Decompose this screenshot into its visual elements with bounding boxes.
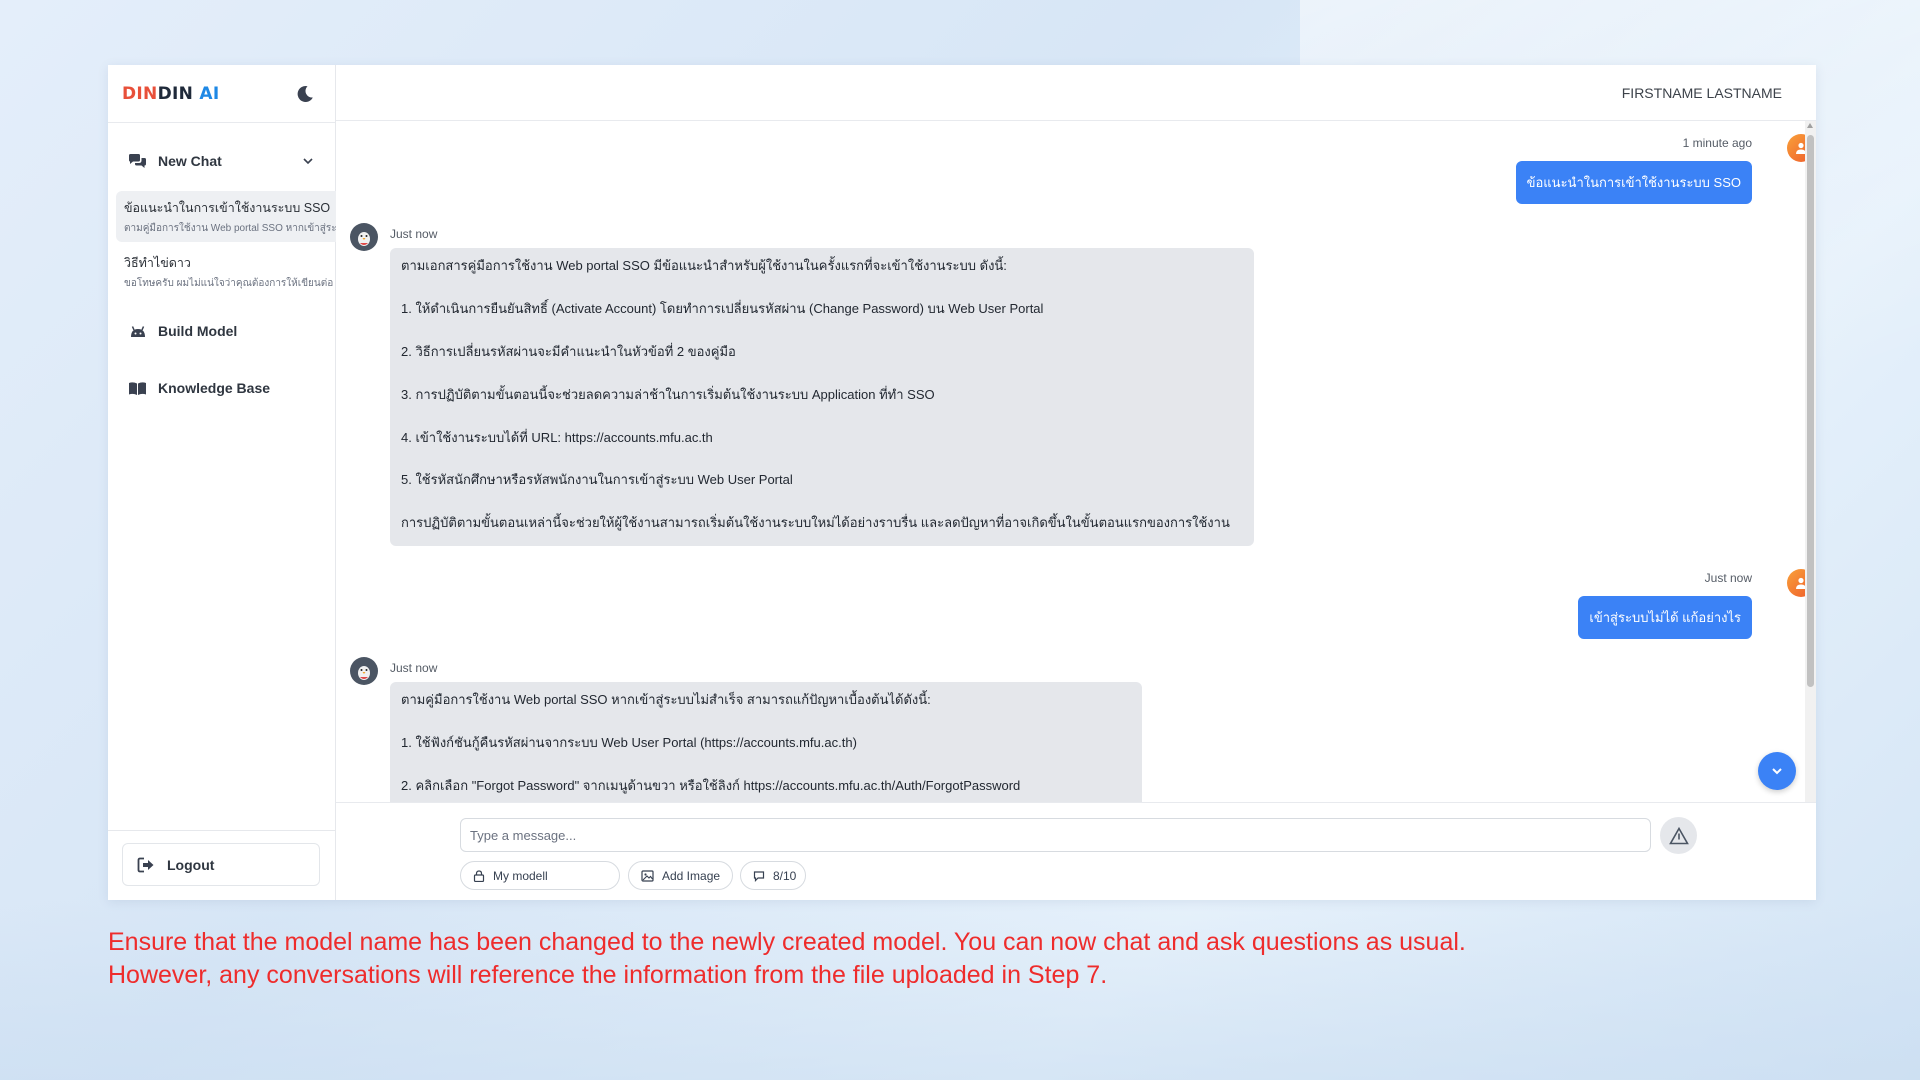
lock-icon (473, 869, 485, 882)
knowledge-base-label: Knowledge Base (158, 380, 271, 396)
chat-history-title: ข้อแนะนำในการเข้าใช้งานระบบ SSO (124, 201, 331, 215)
message-paragraph: 3. การปฏิบัติตามขั้นตอนนี้จะช่วยลดความล่… (401, 386, 935, 402)
logout-button[interactable]: Logout (122, 843, 320, 886)
caption-line: Ensure that the model name has been chan… (108, 928, 1466, 956)
logo-part: AI (199, 83, 220, 104)
logout-label: Logout (167, 856, 215, 873)
scrollbar[interactable] (1805, 121, 1816, 802)
sidebar-header: DINDIN AI (108, 65, 335, 123)
new-chat-label: New Chat (158, 153, 222, 169)
message-timestamp: Just now (390, 225, 437, 243)
assistant-message: ตามเอกสารคู่มือการใช้งาน Web portal SSO … (390, 248, 1254, 546)
model-selector[interactable]: My modell (460, 861, 620, 890)
logout-area: Logout (108, 830, 336, 900)
model-name: My modell (493, 868, 548, 883)
message-composer: My modell Add Image 8/10 (336, 802, 1816, 900)
message-timestamp: 1 minute ago (1683, 134, 1752, 152)
user-name[interactable]: FIRSTNAME LASTNAME (1622, 85, 1782, 101)
sidebar-item-build-model[interactable]: Build Model (108, 311, 335, 351)
image-icon (641, 869, 654, 882)
app-logo[interactable]: DINDIN AI (122, 84, 219, 104)
logout-icon (137, 857, 154, 872)
tutorial-caption: Ensure that the model name has been chan… (108, 926, 1466, 992)
timestamp: Just now (390, 227, 438, 241)
user-message: เข้าสู่ระบบไม่ได้ แก้อย่างไร (1578, 596, 1752, 639)
message-paragraph: 2. คลิกเลือก "Forgot Password" จากเมนูด้… (401, 777, 1021, 793)
chat-main: FIRSTNAME LASTNAME 1 minute ago ข้อแนะนำ… (336, 65, 1816, 900)
logo-part: DIN (157, 83, 194, 104)
chat-history-item[interactable]: ข้อแนะนำในการเข้าใช้งานระบบ SSO ตามคู่มื… (116, 191, 336, 242)
message-input[interactable] (460, 818, 1651, 852)
usage-label: 8/10 (773, 868, 797, 883)
new-chat-button[interactable]: New Chat (108, 141, 335, 181)
chevron-down-icon[interactable] (301, 154, 315, 168)
chat-history-title: วิธีทำไข่ดาว (124, 256, 191, 270)
user-message: ข้อแนะนำในการเข้าใช้งานระบบ SSO (1515, 161, 1752, 204)
top-bar: FIRSTNAME LASTNAME (336, 65, 1816, 121)
scroll-to-bottom-button[interactable] (1758, 752, 1796, 790)
usage-counter[interactable]: 8/10 (740, 861, 806, 890)
send-icon (1668, 826, 1689, 844)
chat-bubbles-icon (128, 153, 147, 170)
message-paragraph: 4. เข้าใช้งานระบบได้ที่ URL: https://acc… (401, 429, 713, 445)
chat-history-preview: ตามคู่มือการใช้งาน Web portal SSO หากเข้… (124, 223, 336, 234)
message-timestamp: Just now (390, 659, 437, 677)
message-paragraph: 5. ใช้รหัสนักศึกษาหรือรหัสพนักงานในการเข… (401, 472, 793, 488)
app-window: DINDIN AI New Chat ข้อแนะนำในการเข้าใช้ง… (108, 65, 1816, 900)
penguin-icon (358, 232, 370, 246)
message-paragraph: 2. วิธีการเปลี่ยนรหัสผ่านจะมีคำแนะนำในหั… (401, 343, 736, 359)
message-timestamp: Just now (1705, 569, 1752, 587)
logo-part: DIN (122, 83, 158, 104)
build-model-label: Build Model (158, 323, 238, 339)
scroll-thumb[interactable] (1807, 135, 1814, 687)
robot-icon (128, 323, 147, 340)
timestamp: Just now (1704, 571, 1752, 585)
message-list[interactable]: 1 minute ago ข้อแนะนำในการเข้าใช้งานระบบ… (336, 121, 1816, 802)
message-paragraph: ตามเอกสารคู่มือการใช้งาน Web portal SSO … (401, 258, 1007, 273)
message-paragraph: การปฏิบัติตามขั้นตอนเหล่านี้จะช่วยให้ผู้… (401, 515, 1230, 531)
assistant-avatar (350, 223, 378, 251)
message-paragraph: 1. ให้ดำเนินการยืนยันสิทธิ์ (Activate Ac… (401, 300, 1044, 316)
timestamp: 1 minute ago (1682, 136, 1752, 150)
timestamp: Just now (390, 661, 438, 675)
chat-history-preview: ขอโทษครับ ผมไม่แน่ใจว่าคุณต้องการให้เขีย… (124, 278, 334, 289)
penguin-icon (358, 666, 370, 680)
user-message-text: เข้าสู่ระบบไม่ได้ แก้อย่างไร (1578, 596, 1752, 639)
user-message-text: ข้อแนะนำในการเข้าใช้งานระบบ SSO (1515, 161, 1752, 204)
moon-icon[interactable] (295, 84, 315, 104)
sidebar-item-knowledge-base[interactable]: Knowledge Base (108, 368, 335, 408)
chat-history-item[interactable]: วิธีทำไข่ดาว ขอโทษครับ ผมไม่แน่ใจว่าคุณต… (116, 246, 336, 297)
add-image-label: Add Image (662, 868, 721, 883)
message-paragraph: 1. ใช้ฟังก์ชันกู้คืนรหัสผ่านจากระบบ Web … (401, 734, 857, 750)
send-button[interactable] (1660, 817, 1697, 854)
assistant-avatar (350, 657, 378, 685)
chevron-down-icon (1772, 768, 1782, 775)
message-count-icon (753, 870, 765, 882)
book-open-icon (128, 380, 147, 397)
message-paragraph: ตามคู่มือการใช้งาน Web portal SSO หากเข้… (401, 692, 931, 707)
assistant-message: ตามคู่มือการใช้งาน Web portal SSO หากเข้… (390, 682, 1142, 802)
scroll-up-arrow-icon[interactable] (1807, 123, 1813, 128)
add-image-button[interactable]: Add Image (628, 861, 733, 890)
sidebar: DINDIN AI New Chat ข้อแนะนำในการเข้าใช้ง… (108, 65, 336, 900)
caption-line: However, any conversations will referenc… (108, 961, 1108, 989)
